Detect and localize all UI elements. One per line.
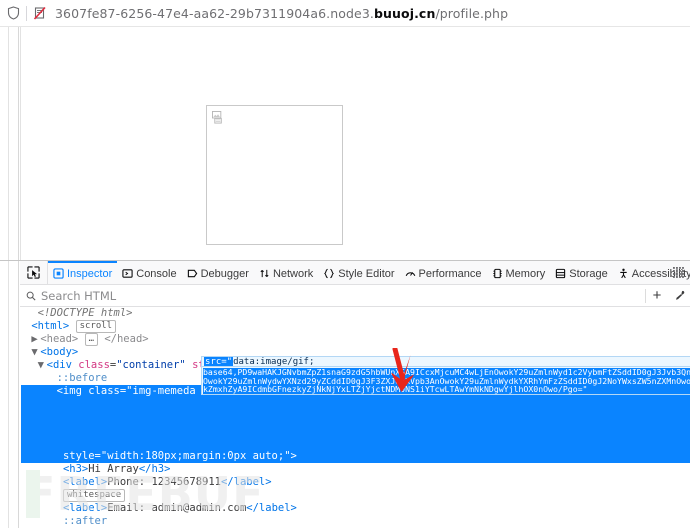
- tab-inspector[interactable]: Inspector: [48, 261, 118, 284]
- broken-image-icon: [212, 111, 222, 124]
- shield-icon[interactable]: [0, 6, 26, 20]
- style-editor-icon: [323, 268, 335, 279]
- inspector-icon: [53, 268, 64, 279]
- tree-row-img-src-spacer3[interactable]: [21, 424, 690, 437]
- debugger-icon: [187, 268, 198, 279]
- url-prefix: 3607fe87-6256-47e4-aa62-29b7311904a6.nod…: [55, 5, 374, 21]
- broken-image-placeholder[interactable]: [206, 105, 343, 245]
- search-html-bar[interactable]: Search HTML +: [20, 285, 690, 307]
- page-viewport: [0, 27, 690, 260]
- tab-console[interactable]: Console: [117, 261, 181, 284]
- tab-storage[interactable]: Storage: [550, 261, 613, 284]
- head-ellipsis-badge: …: [84, 333, 99, 346]
- search-icon: [20, 291, 41, 301]
- tree-row-doctype[interactable]: <!DOCTYPE html>: [21, 307, 690, 320]
- tab-inspector-label: Inspector: [67, 267, 113, 280]
- img-tag: <img: [56, 385, 82, 397]
- devtools-toolbar: Inspector Console Debugger Network Style…: [20, 261, 690, 285]
- base64-line-3: kZmxhZyA9ICdmbGFnezkyZjNkNjYxLTZjYjctNDM…: [203, 385, 690, 394]
- tree-row-img-src-spacer[interactable]: [21, 398, 690, 411]
- tab-console-label: Console: [136, 267, 177, 280]
- tab-memory-label: Memory: [505, 267, 546, 280]
- img-class-attr-name: class: [88, 385, 120, 397]
- tree-row-h3[interactable]: <h3>Hi Array</h3>: [21, 463, 690, 476]
- whitespace-badge: whitespace: [62, 489, 126, 502]
- pseudo-after-text: ::after: [62, 515, 108, 527]
- pseudo-before-text: ::before: [56, 372, 108, 384]
- devtools-tab-list: Inspector Console Debugger Network Style…: [48, 261, 690, 284]
- tab-style-editor-label: Style Editor: [338, 267, 395, 280]
- tree-row-after-pseudo[interactable]: ::after: [21, 515, 690, 528]
- div-class-attr-value: "container": [116, 359, 186, 371]
- tab-network[interactable]: Network: [254, 261, 318, 284]
- responsive-grid-icon[interactable]: [668, 261, 690, 284]
- tree-row-label-phone[interactable]: <label>Phone: 12345678911</label>: [21, 476, 690, 489]
- tab-network-label: Network: [272, 267, 314, 280]
- tab-storage-label: Storage: [569, 267, 608, 280]
- network-icon: [259, 268, 270, 279]
- collapse-twisty-div[interactable]: ▼: [38, 359, 47, 372]
- tree-row-html-open[interactable]: <html> scroll: [21, 320, 690, 333]
- img-src-base64-value[interactable]: base64,PD9waHAKJGNvbmZpZ1snaG9zdG5hbWUnX…: [201, 366, 690, 395]
- url-suffix: /profile.php: [435, 5, 509, 21]
- expand-twisty-head[interactable]: ▶: [31, 333, 40, 346]
- tree-row-img-style[interactable]: style="width:180px;margin:0px auto;">: [21, 450, 690, 463]
- label-phone-text: Phone: 12345678911: [107, 476, 221, 488]
- img-style-attr: style="width:180px;margin:0px auto;">: [62, 450, 297, 462]
- h3-close-tag: </h3>: [138, 463, 171, 475]
- search-input[interactable]: Search HTML: [41, 289, 645, 303]
- tree-row-label-email[interactable]: <label>Email: admin@admin.com</label>: [21, 502, 690, 515]
- accessibility-icon: [618, 268, 629, 279]
- html-tag: <html>: [31, 320, 70, 332]
- head-close-tag: </head>: [104, 333, 149, 345]
- label-email-open-tag: <label>: [62, 502, 108, 514]
- tab-memory[interactable]: Memory: [487, 261, 551, 284]
- doctype-text: <!DOCTYPE html>: [37, 307, 133, 319]
- storage-icon: [555, 268, 566, 279]
- tab-style-editor[interactable]: Style Editor: [318, 261, 399, 284]
- collapse-twisty-body[interactable]: ▼: [31, 346, 40, 359]
- tree-row-whitespace[interactable]: whitespace: [21, 489, 690, 502]
- memory-icon: [492, 268, 503, 279]
- viewport-left-edge: [0, 27, 19, 260]
- url-domain: buuoj.cn: [373, 5, 436, 21]
- eyedropper-icon[interactable]: [668, 290, 690, 301]
- add-node-button[interactable]: +: [646, 287, 668, 304]
- tree-row-img-src-spacer2[interactable]: [21, 411, 690, 424]
- devtools-left-edge: [0, 261, 19, 528]
- url-text[interactable]: 3607fe87-6256-47e4-aa62-29b7311904a6.nod…: [53, 6, 508, 21]
- tab-performance[interactable]: Performance: [400, 261, 487, 284]
- devtools-panel: Inspector Console Debugger Network Style…: [0, 260, 690, 528]
- img-class-attr-value: "img-memeda ": [126, 385, 209, 397]
- broken-lock-icon[interactable]: [27, 6, 53, 21]
- console-icon: [122, 268, 133, 279]
- markup-tree[interactable]: <!DOCTYPE html> <html> scroll ▶ <head> … …: [21, 307, 690, 528]
- div-class-attr-name: class: [78, 359, 110, 371]
- viewport-left-rule: [20, 27, 21, 260]
- body-tag: <body>: [40, 346, 79, 358]
- label-email-close-tag: </label>: [246, 502, 297, 514]
- label-phone-open-tag: <label>: [62, 476, 108, 488]
- performance-icon: [405, 268, 416, 279]
- head-tag: <head>: [40, 333, 79, 345]
- element-picker-icon[interactable]: [20, 261, 48, 284]
- h3-open-tag: <h3>: [62, 463, 89, 475]
- label-phone-close-tag: </label>: [221, 476, 272, 488]
- tab-debugger[interactable]: Debugger: [182, 261, 254, 284]
- tree-row-head[interactable]: ▶ <head> … </head>: [21, 333, 690, 346]
- tab-debugger-label: Debugger: [200, 267, 249, 280]
- label-email-text: Email: admin@admin.com: [107, 502, 247, 514]
- tree-row-img-src-spacer4[interactable]: [21, 437, 690, 450]
- h3-text: Hi Array: [88, 463, 139, 475]
- tab-performance-label: Performance: [418, 267, 482, 280]
- browser-url-bar[interactable]: 3607fe87-6256-47e4-aa62-29b7311904a6.nod…: [0, 0, 690, 27]
- scroll-badge: scroll: [75, 320, 117, 333]
- div-tag: <div: [46, 359, 72, 371]
